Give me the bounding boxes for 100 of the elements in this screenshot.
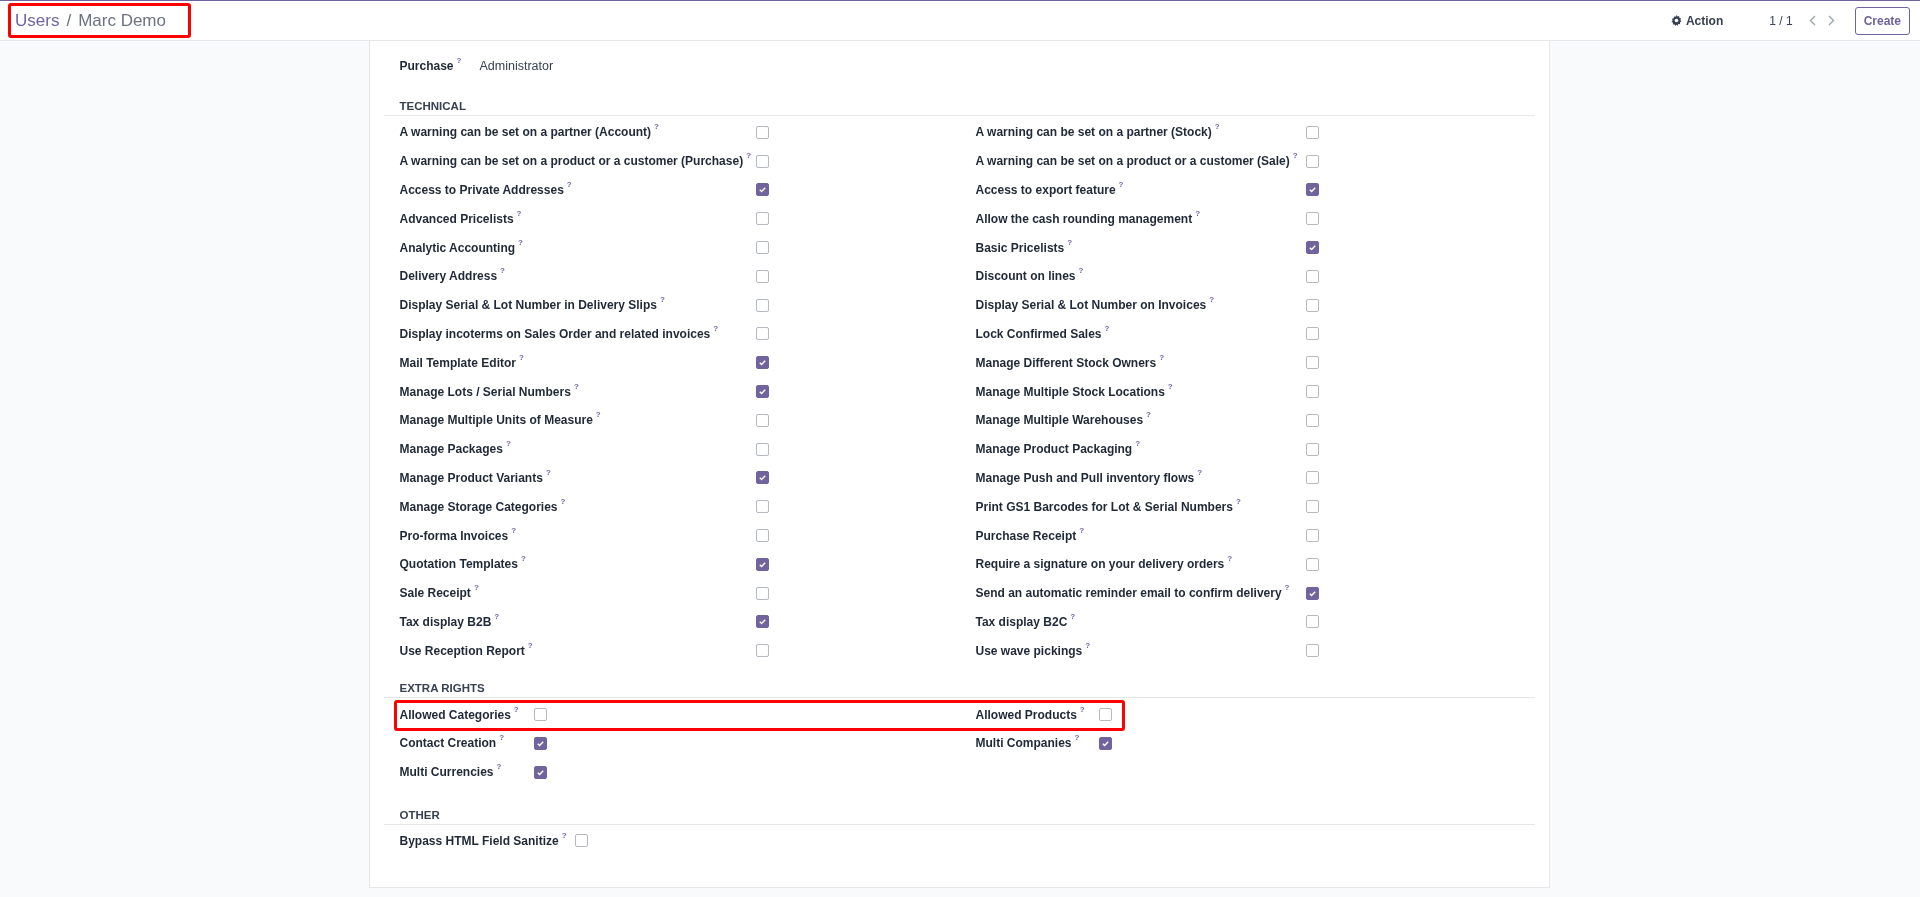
help-mark[interactable]: ?: [520, 554, 526, 564]
field-label: Pro-forma Invoices: [399, 528, 509, 543]
field-label: Access to Private Addresses: [399, 183, 564, 197]
field-label: Tax display B2B: [399, 614, 492, 629]
field-label: Display Serial & Lot Number in Delivery Slips: [399, 298, 657, 313]
help-mark[interactable]: ?: [561, 830, 567, 840]
field-label: Multi Companies: [975, 736, 1072, 751]
field-label: Print GS1 Barcodes for Lot & Serial Numbers: [975, 499, 1233, 514]
field-label: Multi Currencies: [399, 765, 494, 780]
pager-value: 1 / 1: [1769, 13, 1793, 28]
field-label: Manage Multiple Warehouses: [975, 413, 1144, 428]
help-mark[interactable]: ?: [513, 704, 519, 714]
field-label: Purchase Receipt: [975, 528, 1077, 543]
field-label: Use Reception Report: [399, 643, 525, 658]
help-mark[interactable]: ?: [560, 496, 566, 506]
help-mark[interactable]: ?: [1292, 151, 1298, 161]
field-label: Basic Pricelists: [975, 240, 1065, 255]
help-mark[interactable]: ?: [518, 237, 523, 247]
help-mark[interactable]: ?: [1235, 496, 1241, 506]
field-label: Use wave pickings: [975, 643, 1083, 658]
help-mark[interactable]: ?: [573, 381, 579, 391]
help-mark[interactable]: ?: [1227, 554, 1233, 564]
help-mark[interactable]: ?: [1118, 180, 1124, 189]
field-label: Purchase: [399, 58, 454, 73]
help-mark[interactable]: ?: [499, 733, 505, 743]
help-mark[interactable]: ?: [566, 180, 572, 189]
field-label: Manage Multiple Stock Locations: [975, 384, 1165, 399]
help-mark[interactable]: ?: [1074, 733, 1080, 743]
section-heading: OTHER: [383, 804, 1535, 825]
field-label: Tax display B2C: [975, 614, 1068, 629]
field-label: Mail Template Editor: [399, 355, 516, 370]
field-label: Manage Multiple Units of Measure: [399, 413, 593, 428]
section-heading: EXTRA RIGHTS: [383, 678, 1535, 699]
field-label: Lock Confirmed Sales: [975, 326, 1102, 341]
help-mark[interactable]: ?: [1197, 467, 1203, 477]
field-label: A warning can be set on a partner (Account): [399, 125, 652, 140]
field-label: Manage Lots / Serial Numbers: [399, 384, 571, 399]
help-mark[interactable]: ?: [527, 640, 533, 650]
field-label: Manage Product Variants: [399, 470, 543, 485]
help-mark[interactable]: ?: [595, 410, 601, 420]
help-mark[interactable]: ?: [518, 352, 524, 362]
help-mark[interactable]: ?: [1146, 410, 1151, 420]
help-mark[interactable]: ?: [713, 323, 719, 333]
help-mark[interactable]: ?: [1067, 237, 1073, 247]
help-mark[interactable]: ?: [505, 439, 511, 449]
field-label: Display Serial & Lot Number on Invoices: [975, 298, 1207, 313]
field-label: Analytic Accounting: [399, 240, 516, 255]
field-label: Display incoterms on Sales Order and related invoices: [399, 326, 711, 341]
help-mark[interactable]: ?: [516, 208, 522, 218]
help-mark[interactable]: ?: [1078, 266, 1084, 276]
field-label: Sale Receipt: [399, 586, 471, 601]
field-label: Manage Packages: [399, 442, 503, 457]
help-mark[interactable]: ?: [496, 762, 502, 772]
help-mark[interactable]: ?: [1104, 323, 1110, 333]
field-label: Allow the cash rounding management: [975, 211, 1193, 226]
help-mark[interactable]: ?: [456, 55, 462, 65]
help-mark[interactable]: ?: [1214, 122, 1220, 132]
field-value: Administrator: [479, 58, 554, 73]
help-mark[interactable]: ?: [1135, 439, 1141, 449]
help-mark[interactable]: ?: [659, 295, 665, 305]
field-label: A warning can be set on a partner (Stock): [975, 125, 1212, 140]
breadcrumb-current: Marc Demo: [78, 10, 166, 31]
field-label: Contact Creation: [399, 736, 497, 751]
help-mark[interactable]: ?: [500, 266, 505, 276]
field-label: Allowed Products: [975, 707, 1077, 722]
field-label: Advanced Pricelists: [399, 211, 514, 226]
breadcrumb-link[interactable]: Users: [15, 10, 60, 31]
field-label: A warning can be set on a product or a customer (Sale): [975, 154, 1290, 169]
help-mark[interactable]: ?: [654, 122, 659, 132]
help-mark[interactable]: ?: [1209, 295, 1215, 305]
field-label: Access to export feature: [975, 183, 1116, 197]
help-mark[interactable]: ?: [746, 151, 752, 161]
section-heading: TECHNICAL: [383, 96, 1535, 116]
help-mark[interactable]: ?: [511, 525, 517, 535]
field-label: Require a signature on your delivery orders: [975, 557, 1225, 572]
help-mark[interactable]: ?: [1079, 704, 1085, 714]
field-label: Manage Product Packaging: [975, 442, 1133, 457]
field-label: Quotation Templates: [399, 557, 518, 572]
field-label: Discount on lines: [975, 269, 1076, 284]
help-mark[interactable]: ?: [1284, 583, 1290, 593]
help-mark[interactable]: ?: [1159, 352, 1165, 362]
help-mark[interactable]: ?: [1085, 640, 1091, 650]
help-mark[interactable]: ?: [494, 611, 500, 621]
field-label: A warning can be set on a product or a customer (Purchase): [399, 154, 744, 169]
help-mark[interactable]: ?: [1195, 208, 1201, 218]
breadcrumb-separator: /: [66, 10, 72, 31]
action-button[interactable]: Action: [1664, 9, 1730, 32]
field-label: Delivery Address: [399, 269, 498, 284]
field-label: Allowed Categories: [399, 707, 511, 722]
field-label: Manage Push and Pull inventory flows: [975, 470, 1195, 485]
field-label: Bypass HTML Field Sanitize: [399, 833, 559, 848]
help-mark[interactable]: ?: [1079, 525, 1085, 535]
help-mark[interactable]: ?: [545, 467, 551, 477]
help-mark[interactable]: ?: [1167, 381, 1173, 391]
help-mark[interactable]: ?: [1070, 611, 1076, 621]
create-button[interactable]: Create: [1854, 6, 1910, 35]
field-label: Send an automatic reminder email to confirm delivery: [975, 586, 1282, 601]
help-mark[interactable]: ?: [473, 583, 479, 593]
field-label: Manage Different Stock Owners: [975, 355, 1157, 370]
field-label: Manage Storage Categories: [399, 499, 558, 514]
